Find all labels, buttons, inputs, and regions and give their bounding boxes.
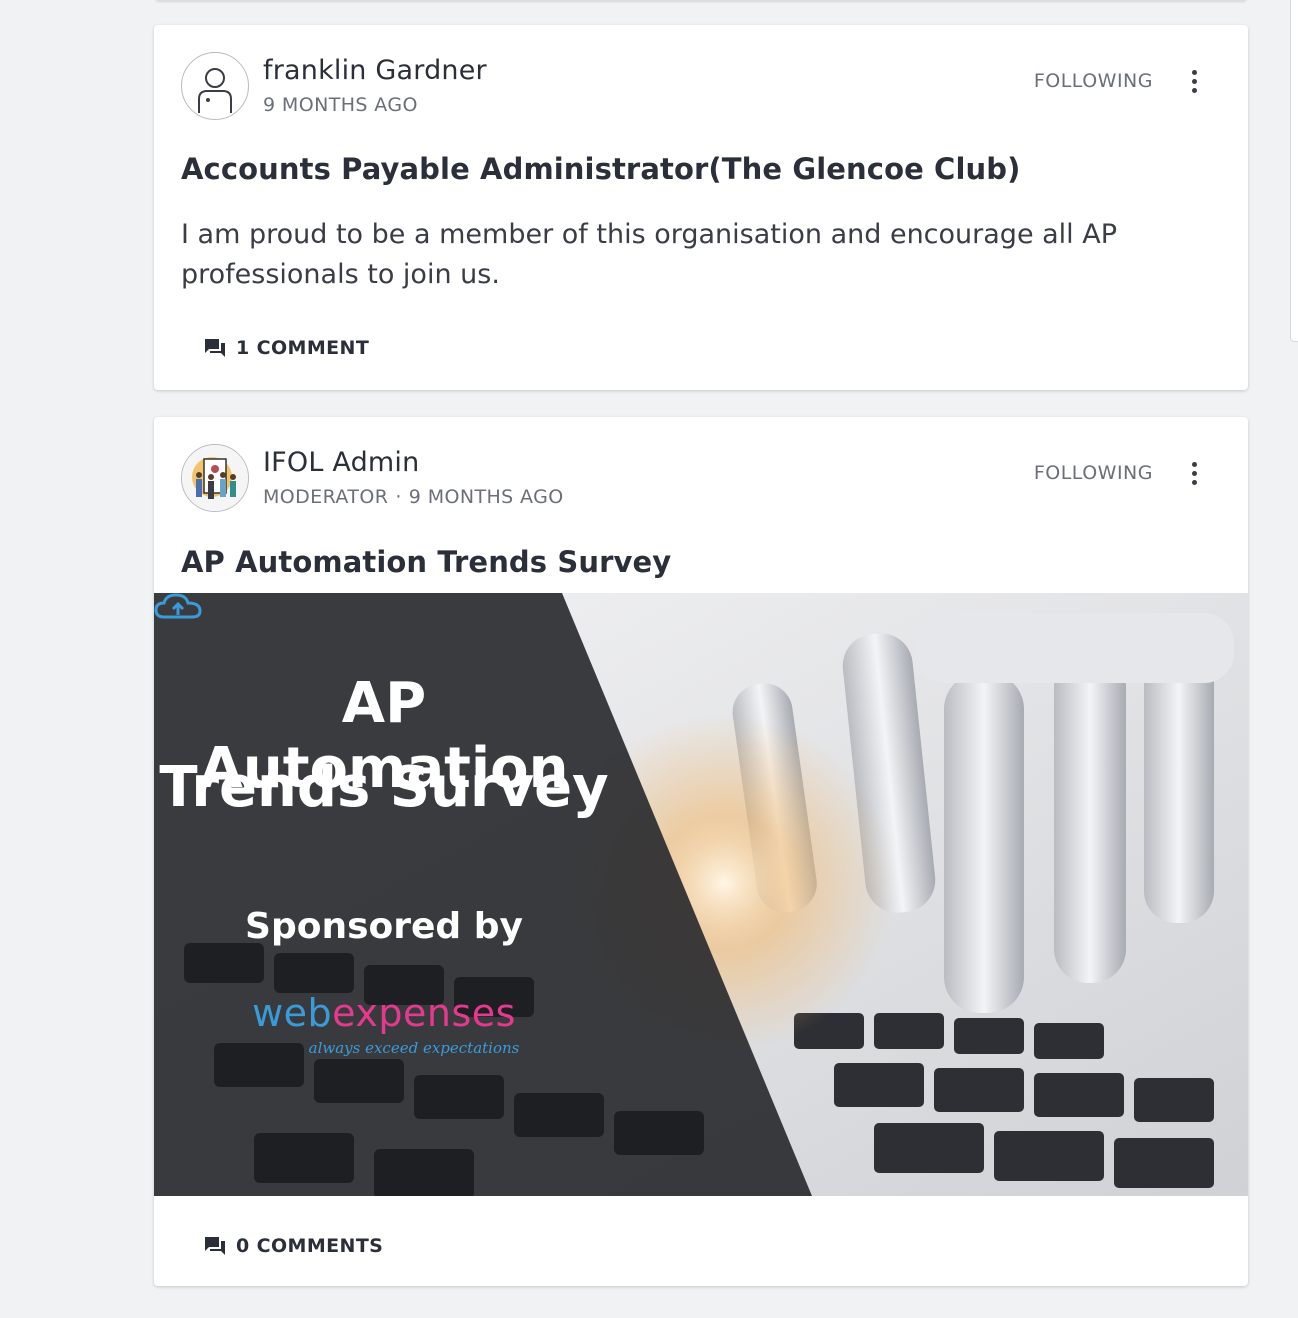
post-title[interactable]: AP Automation Trends Survey [181,545,671,579]
comment-icon [205,1237,225,1255]
banner-headline-line2: Trends Survey [159,755,609,820]
default-user-icon [198,68,232,113]
post-title[interactable]: Accounts Payable Administrator(The Glenc… [181,152,1020,186]
previous-post-card-edge [155,0,1247,1]
comment-icon [205,339,225,357]
comments-count: 0 COMMENTS [236,1235,384,1257]
side-panel-edge [1290,0,1298,342]
post-meta: MODERATOR · 9 MONTHS AGO [263,486,564,508]
following-button[interactable]: FOLLOWING [1034,70,1153,92]
cloud-upload-icon [154,593,202,619]
more-options-icon[interactable] [1183,67,1205,97]
comments-count: 1 COMMENT [236,337,370,359]
author-role: MODERATOR [263,486,389,508]
sponsor-tagline: always exceed expectations [308,1039,520,1057]
post-body: I am proud to be a member of this organi… [181,219,1118,290]
post-banner-image[interactable]: AP Automation Trends Survey Sponsored by… [154,593,1248,1196]
comments-button[interactable]: 0 COMMENTS [204,1235,383,1257]
avatar[interactable] [181,52,249,120]
banner-sponsored-label: Sponsored by [245,906,523,947]
comments-button[interactable]: 1 COMMENT [204,337,369,359]
group-illustration-avatar [182,445,248,511]
post-card: IFOL Admin MODERATOR · 9 MONTHS AGO FOLLOW… [154,417,1248,1286]
post-time: 9 MONTHS AGO [408,486,564,508]
meta-separator: · [395,486,402,508]
following-button[interactable]: FOLLOWING [1034,462,1153,484]
post-card: franklin Gardner 9 MONTHS AGO FOLLOWING … [154,25,1248,390]
more-options-icon[interactable] [1183,459,1205,489]
sponsor-logo: webexpenses [252,991,516,1035]
author-name[interactable]: IFOL Admin [263,447,419,478]
author-name[interactable]: franklin Gardner [263,55,487,86]
avatar[interactable] [181,444,249,512]
post-meta: 9 MONTHS AGO [263,94,418,116]
post-time: 9 MONTHS AGO [263,94,418,116]
